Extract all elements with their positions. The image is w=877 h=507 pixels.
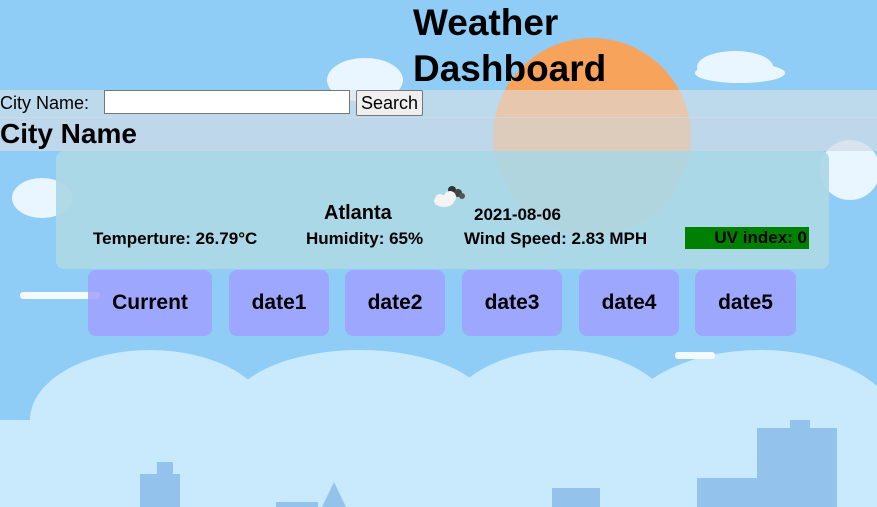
humidity-text: Humidity: 65% [306, 229, 424, 248]
tab-date1[interactable]: date1 [229, 270, 329, 336]
city-heading: City Name [0, 117, 877, 151]
wind-speed-text: Wind Speed: 2.83 MPH [464, 229, 648, 248]
tab-date3[interactable]: date3 [462, 270, 562, 336]
tab-date2[interactable]: date2 [345, 270, 445, 336]
current-city-name: Atlanta [324, 202, 392, 224]
current-date: 2021-08-06 [474, 205, 561, 224]
uv-index-badge: UV index: 0 [685, 227, 809, 249]
cloudy-icon [434, 186, 465, 207]
city-name-label: City Name: [0, 93, 90, 113]
city-search-input[interactable] [104, 90, 350, 114]
tab-date5[interactable]: date5 [695, 270, 796, 336]
search-button[interactable]: Search [356, 90, 423, 116]
temperature-text: Temperture: 26.79°C [93, 229, 258, 248]
page-title: Weather Dashboard [413, 2, 607, 89]
tab-date4[interactable]: date4 [579, 270, 679, 336]
city-heading-text: City Name [0, 118, 137, 149]
current-weather-card [56, 151, 829, 269]
tab-current[interactable]: Current [88, 270, 212, 336]
